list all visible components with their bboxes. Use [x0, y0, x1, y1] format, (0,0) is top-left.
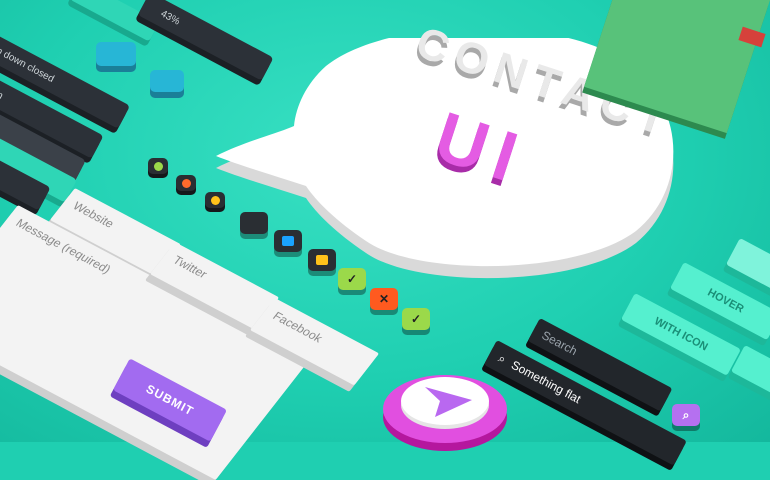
twitter-placeholder: Twitter [170, 253, 211, 281]
search-icon: ⌕ [496, 350, 509, 366]
progress-label: 43% [158, 8, 182, 28]
status-dot-orange[interactable] [176, 175, 196, 191]
small-block [96, 42, 136, 66]
check-green-icon[interactable]: ✓ [338, 268, 366, 290]
search-submit-icon[interactable]: ⌕ [672, 404, 700, 426]
toggle-blue[interactable] [274, 230, 302, 252]
toggle-yellow[interactable] [308, 249, 336, 271]
status-dot-yellow[interactable] [205, 192, 225, 208]
status-dot-green[interactable] [148, 158, 168, 174]
check-icon[interactable]: ✓ [402, 308, 430, 330]
dropdown-open-label: open [0, 81, 5, 102]
close-icon[interactable]: ✕ [370, 288, 398, 310]
toggle-off[interactable] [240, 212, 268, 234]
small-block [150, 70, 184, 92]
